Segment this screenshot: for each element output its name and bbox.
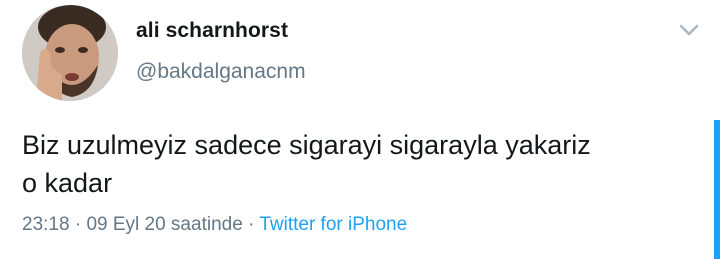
- tweet-text: Biz uzulmeyiz sadece sigarayi sigarayla …: [22, 126, 702, 202]
- tweet-source-link[interactable]: Twitter for iPhone: [259, 214, 407, 235]
- tweet-metadata: 23:18 · 09 Eyl 20 saatinde · Twitter for…: [22, 214, 407, 236]
- user-handle[interactable]: @bakdalganacnm: [136, 60, 306, 84]
- tweet-date: 09 Eyl 20 saatinde: [86, 214, 243, 235]
- chevron-down-icon[interactable]: [675, 18, 703, 42]
- avatar[interactable]: [22, 5, 118, 101]
- tweet-text-line: o kadar: [22, 168, 113, 198]
- tweet-card: ali scharnhorst @bakdalganacnm Biz uzulm…: [0, 0, 720, 259]
- meta-separator: ·: [248, 214, 255, 235]
- meta-separator: ·: [74, 214, 82, 235]
- tweet-text-line: Biz uzulmeyiz sadece sigarayi sigarayla …: [22, 130, 591, 160]
- avatar-photo: [22, 5, 118, 101]
- scroll-indicator: [714, 120, 720, 259]
- tweet-time: 23:18: [22, 214, 70, 235]
- display-name[interactable]: ali scharnhorst: [136, 19, 288, 43]
